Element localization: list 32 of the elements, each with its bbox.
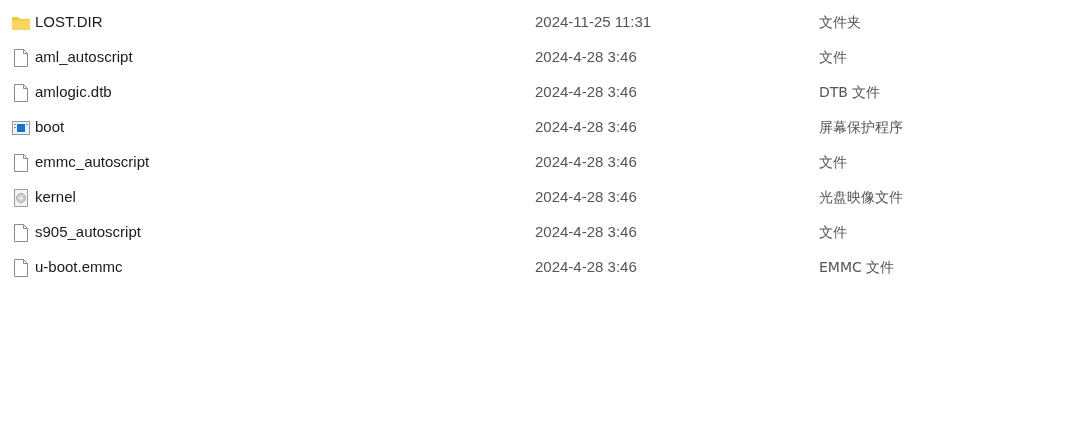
modified-date: 2024-4-28 3:46 [535,82,638,103]
screen-icon [11,120,30,135]
file-icon [13,48,28,67]
file-name[interactable]: emmc_autoscript [35,151,535,174]
file-type: 文件 [819,153,847,172]
file-name[interactable]: u-boot.emmc [35,256,535,279]
file-name[interactable]: aml_autoscript [35,46,535,69]
file-type: EMMC 文件 [819,258,895,277]
file-type: 文件 [819,48,847,67]
modified-date: 2024-11-25 11:31 [535,12,653,33]
modified-date: 2024-4-28 3:46 [535,117,638,138]
file-name[interactable]: s905_autoscript [35,221,535,244]
file-name[interactable]: boot [35,116,535,139]
file-icon [13,153,28,172]
modified-date: 2024-4-28 3:46 [535,222,638,243]
modified-date: 2024-4-28 3:46 [535,257,638,278]
file-name[interactable]: kernel [35,186,535,209]
modified-date: 2024-4-28 3:46 [535,152,638,173]
file-type: 文件 [819,223,847,242]
folder-icon [11,15,30,30]
modified-date: 2024-4-28 3:46 [535,47,638,68]
disc-file-icon [13,188,28,207]
modified-date: 2024-4-28 3:46 [535,187,638,208]
file-type: 文件夹 [819,13,861,32]
file-icon [13,223,28,242]
file-name[interactable]: amlogic.dtb [35,81,535,104]
file-type: DTB 文件 [819,83,881,102]
file-name[interactable]: LOST.DIR [35,11,535,34]
file-type: 光盘映像文件 [819,188,903,207]
file-icon [13,83,28,102]
file-type: 屏幕保护程序 [819,118,903,137]
file-icon [13,258,28,277]
